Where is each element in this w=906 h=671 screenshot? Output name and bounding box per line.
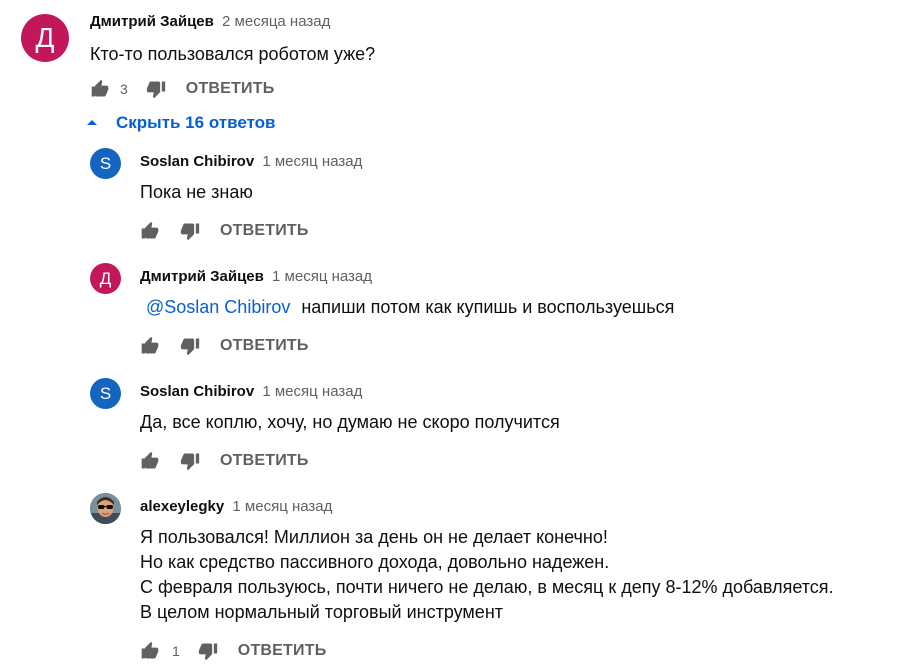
dislike-icon[interactable]: [180, 451, 200, 471]
comment-line: В целом нормальный торговый инструмент: [140, 602, 503, 622]
comment-time[interactable]: 1 месяц назад: [262, 383, 362, 400]
comment-line: Но как средство пассивного дохода, довол…: [140, 552, 610, 572]
hide-replies-label: Скрыть 16 ответов: [116, 113, 276, 132]
comment-actions: ОТВЕТИТЬ: [140, 449, 309, 473]
comment-line: Я пользовался! Миллион за день он не дел…: [140, 527, 608, 547]
dislike-icon[interactable]: [180, 221, 200, 241]
author-avatar[interactable]: [90, 493, 121, 524]
like-icon[interactable]: [90, 79, 110, 99]
comment-actions: 1 ОТВЕТИТЬ: [140, 639, 326, 663]
author-avatar[interactable]: S: [90, 378, 121, 409]
like-icon[interactable]: [140, 641, 160, 661]
reply-button[interactable]: ОТВЕТИТЬ: [238, 642, 327, 660]
like-icon[interactable]: [140, 336, 160, 356]
like-count: 1: [172, 643, 180, 659]
author-name[interactable]: Дмитрий Зайцев: [90, 13, 214, 30]
reply-button[interactable]: ОТВЕТИТЬ: [220, 337, 309, 355]
comment-actions: ОТВЕТИТЬ: [140, 219, 309, 243]
comment-text: Кто-то пользовался роботом уже?: [90, 44, 376, 64]
comment-time[interactable]: 1 месяц назад: [272, 268, 372, 285]
author-name[interactable]: Дмитрий Зайцев: [140, 268, 264, 285]
like-icon[interactable]: [140, 451, 160, 471]
comment-text: @Soslan Chibirov напиши потом как купишь…: [146, 295, 674, 320]
hide-replies-button[interactable]: Скрыть 16 ответов: [86, 113, 276, 133]
author-avatar[interactable]: Д: [90, 263, 121, 294]
avatar-photo: [90, 493, 121, 524]
mention-link[interactable]: @Soslan Chibirov: [146, 297, 290, 317]
author-avatar[interactable]: Д: [21, 14, 69, 62]
comment-header: Дмитрий Зайцев 2 месяца назад: [90, 13, 330, 30]
dislike-icon[interactable]: [180, 336, 200, 356]
author-name[interactable]: Soslan Chibirov: [140, 383, 254, 400]
comment-time[interactable]: 1 месяц назад: [262, 153, 362, 170]
comment-line: С февраля пользуюсь, почти ничего не дел…: [140, 577, 834, 597]
comment-header: alexeylegky 1 месяц назад: [140, 498, 332, 515]
reply-button[interactable]: ОТВЕТИТЬ: [186, 80, 275, 98]
reply-button[interactable]: ОТВЕТИТЬ: [220, 222, 309, 240]
like-icon[interactable]: [140, 221, 160, 241]
dislike-icon[interactable]: [146, 79, 166, 99]
comment-text: Пока не знаю: [140, 182, 253, 202]
like-count: 3: [120, 81, 128, 97]
comment-time[interactable]: 1 месяц назад: [232, 498, 332, 515]
author-name[interactable]: Soslan Chibirov: [140, 153, 254, 170]
comment-header: Soslan Chibirov 1 месяц назад: [140, 153, 362, 170]
author-avatar[interactable]: S: [90, 148, 121, 179]
reply-button[interactable]: ОТВЕТИТЬ: [220, 452, 309, 470]
comment-header: Дмитрий Зайцев 1 месяц назад: [140, 268, 372, 285]
author-name[interactable]: alexeylegky: [140, 498, 224, 515]
comment-time[interactable]: 2 месяца назад: [222, 13, 330, 30]
caret-up-icon: [86, 117, 98, 129]
comment-actions: ОТВЕТИТЬ: [140, 334, 309, 358]
comment-body: напиши потом как купишь и воспользуешься: [301, 297, 675, 317]
comment-actions: 3 ОТВЕТИТЬ: [90, 77, 274, 101]
dislike-icon[interactable]: [198, 641, 218, 661]
comment-text: Да, все коплю, хочу, но думаю не скоро п…: [140, 412, 560, 432]
comment-header: Soslan Chibirov 1 месяц назад: [140, 383, 362, 400]
